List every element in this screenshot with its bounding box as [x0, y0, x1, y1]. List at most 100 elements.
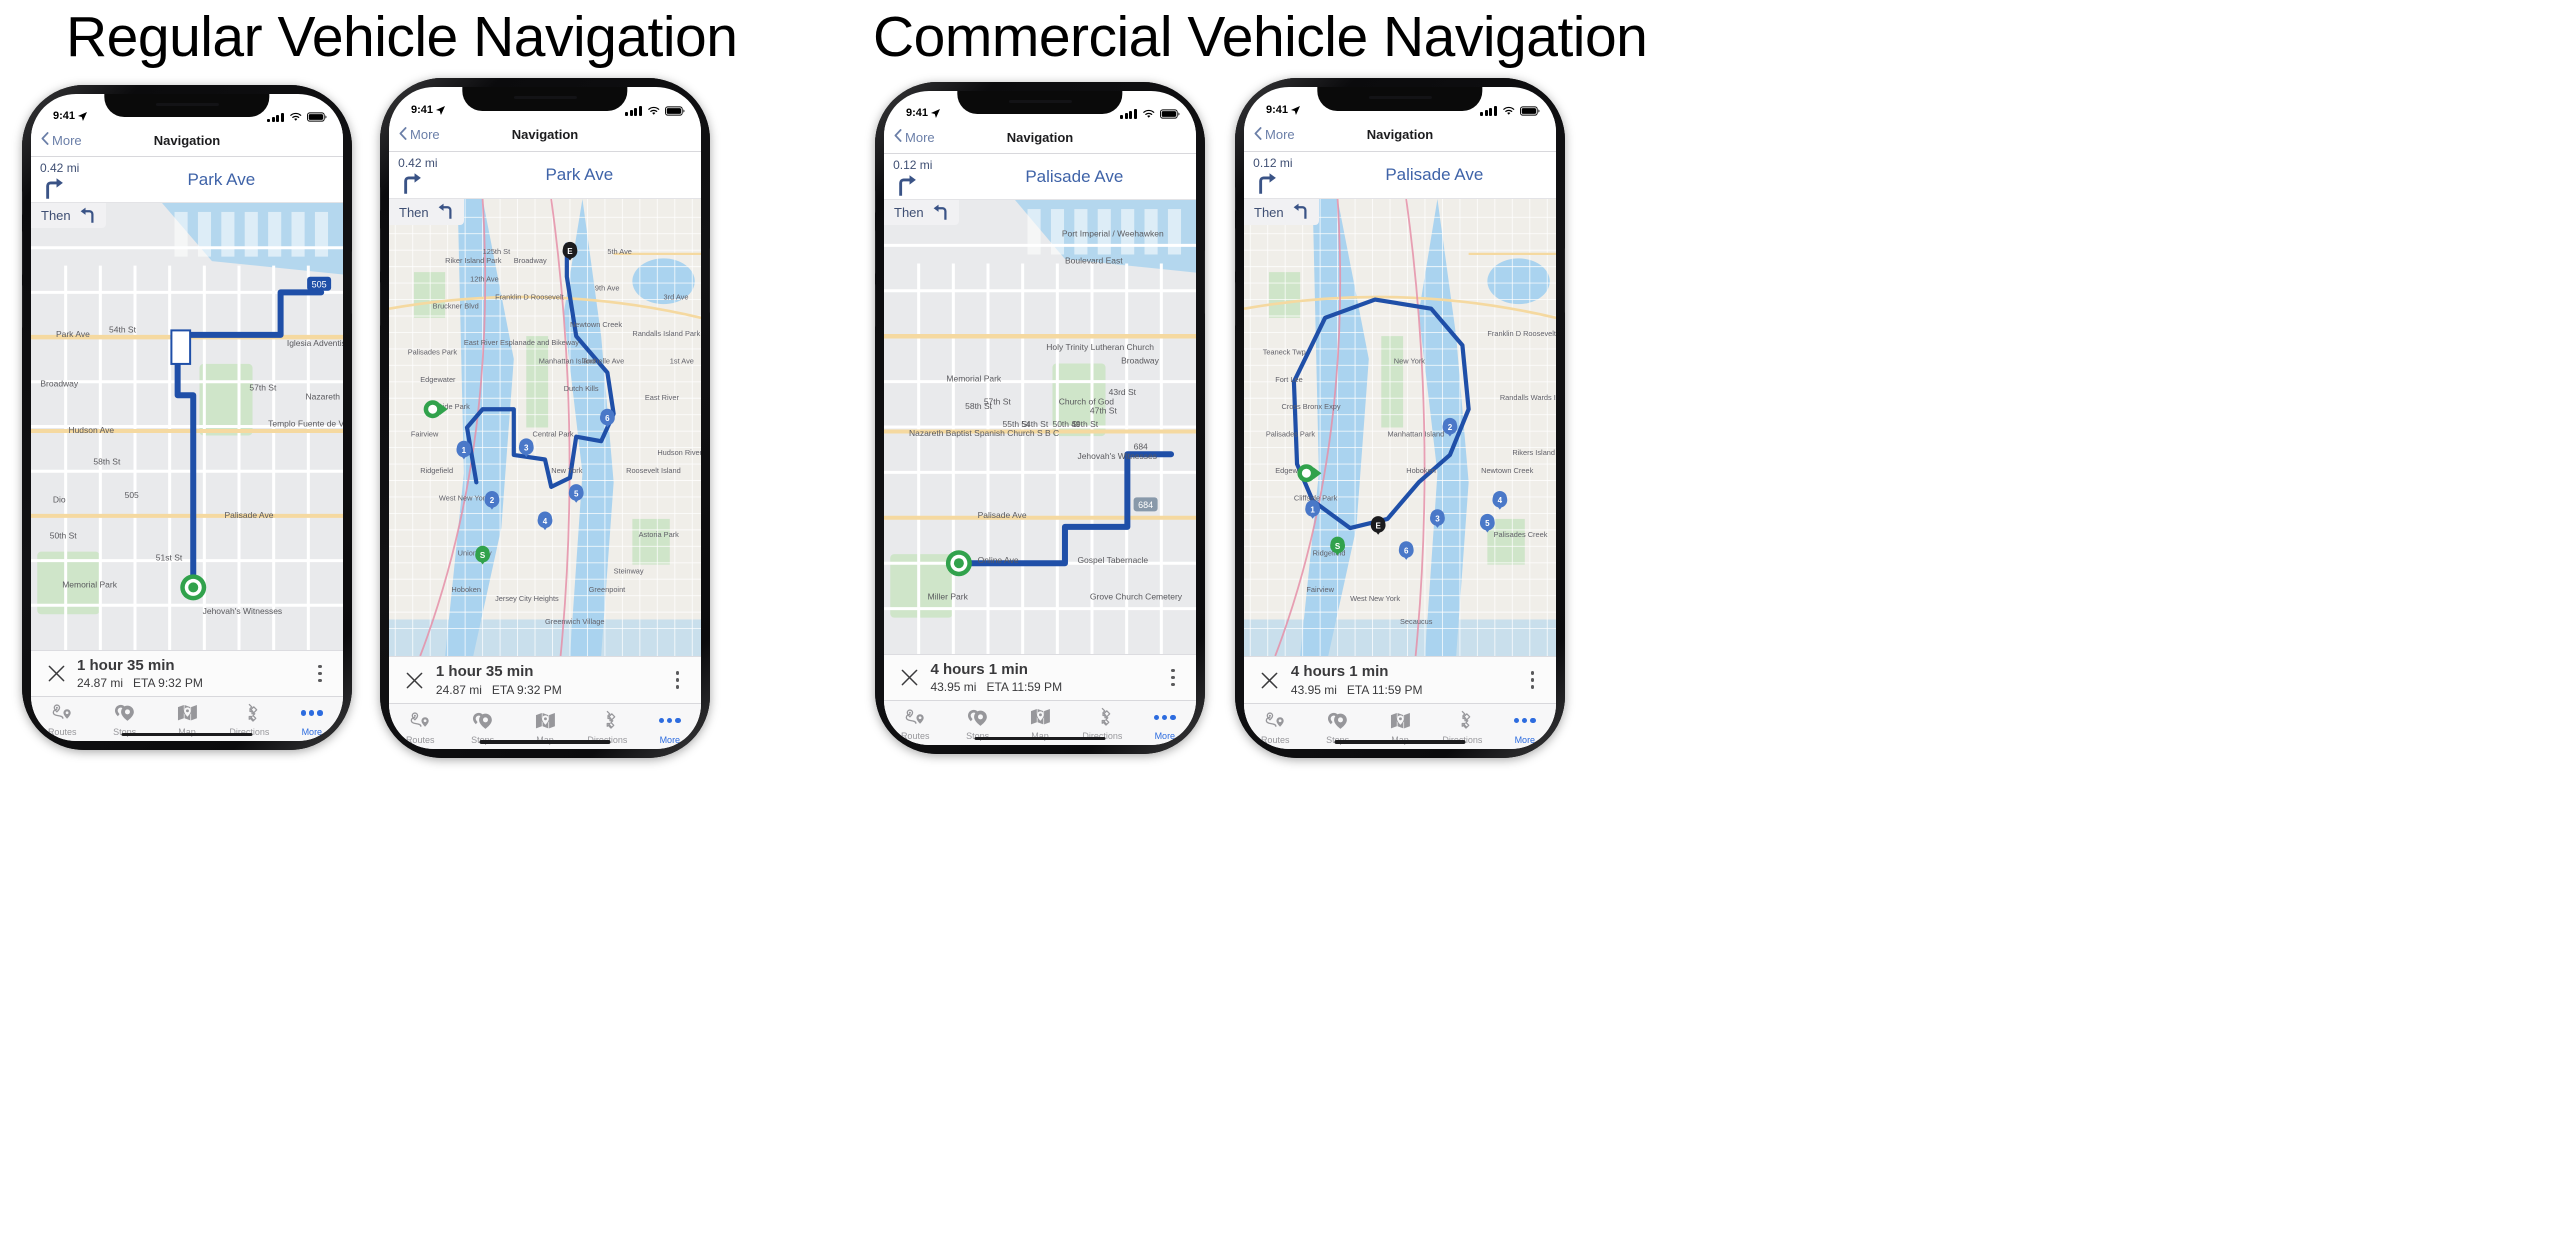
- svg-text:Tonnelle Ave: Tonnelle Ave: [582, 357, 624, 366]
- svg-text:Cross Bronx Expy: Cross Bronx Expy: [1281, 402, 1340, 411]
- map-canvas[interactable]: 684 Palisade Ave Broadway Boulevard East Por…: [884, 200, 1196, 654]
- overflow-menu-icon[interactable]: [664, 665, 691, 696]
- tab-routes[interactable]: Routes: [1244, 709, 1306, 749]
- wifi-icon: [1142, 109, 1156, 119]
- then-instruction-banner: Then: [884, 200, 959, 225]
- turn-left-icon: [932, 203, 949, 223]
- map-icon: [535, 709, 556, 731]
- svg-text:Riker Island Park: Riker Island Park: [445, 256, 502, 265]
- svg-text:Dutch Kills: Dutch Kills: [564, 384, 599, 393]
- back-button-more[interactable]: More: [399, 126, 440, 143]
- svg-text:Grove Church Cemetery: Grove Church Cemetery: [1090, 592, 1183, 602]
- phone-volume-down-button: [380, 282, 381, 327]
- svg-text:Templo Fuente de Vida: Templo Fuente de Vida: [268, 419, 343, 429]
- tab-more[interactable]: More: [1134, 706, 1196, 745]
- phone-volume-up-button: [380, 227, 381, 272]
- more-dots-icon: [658, 709, 681, 731]
- close-x-icon[interactable]: [894, 662, 924, 692]
- eta-arrival-time: ETA 11:59 PM: [1346, 682, 1423, 697]
- tab-more[interactable]: More: [1494, 709, 1556, 749]
- close-x-icon[interactable]: [399, 665, 430, 696]
- tab-routes[interactable]: Routes: [389, 709, 451, 749]
- turn-left-icon: [1292, 202, 1309, 222]
- svg-text:49th St: 49th St: [1071, 419, 1099, 429]
- location-arrow-icon: [1291, 105, 1301, 115]
- map-icon: [177, 702, 198, 724]
- more-dots-icon: [1513, 709, 1536, 731]
- phone-volume-up-button: [875, 229, 876, 274]
- eta-distance: 43.95 mi: [1290, 682, 1337, 697]
- turn-right-icon: [43, 177, 65, 204]
- home-indicator: [1334, 740, 1466, 744]
- svg-text:47th St: 47th St: [1090, 405, 1118, 415]
- stops-icon: [114, 702, 135, 724]
- back-button-more[interactable]: More: [1254, 126, 1295, 143]
- tab-label: Routes: [1260, 734, 1290, 745]
- phone-mockup-commercial-overview: 9:41 More Navigation 0.12 mi Palisade Ave The…: [1235, 78, 1565, 758]
- tab-more[interactable]: More: [639, 709, 701, 749]
- eta-duration: 4 hours 1 min: [930, 660, 1028, 678]
- home-indicator: [974, 736, 1106, 740]
- svg-text:6: 6: [605, 414, 610, 423]
- map-canvas[interactable]: 505 Park Ave Broadway Hudson Ave Palisade Av…: [31, 203, 343, 650]
- svg-text:Broadway: Broadway: [514, 256, 547, 265]
- svg-text:Miller Park: Miller Park: [928, 592, 969, 602]
- svg-text:1: 1: [1310, 505, 1315, 514]
- svg-text:Palisade Ave: Palisade Ave: [978, 510, 1027, 520]
- overflow-menu-icon[interactable]: [1519, 665, 1546, 696]
- eta-panel: 4 hours 1 min 43.95 mi ETA 11:59 PM: [884, 654, 1196, 700]
- stops-icon: [967, 706, 988, 728]
- tab-more[interactable]: More: [281, 702, 343, 741]
- wifi-icon: [647, 106, 661, 116]
- close-x-icon[interactable]: [41, 659, 71, 689]
- svg-text:Palisades Creek: Palisades Creek: [1494, 530, 1548, 539]
- status-time: 9:41: [1266, 104, 1289, 116]
- svg-text:Online Ave: Online Ave: [978, 555, 1019, 565]
- then-label: Then: [894, 205, 924, 220]
- svg-text:3: 3: [1435, 515, 1440, 524]
- svg-text:Newtown Creek: Newtown Creek: [1481, 466, 1533, 475]
- instruction-street-name: Park Ave: [187, 170, 256, 189]
- phone-screen: 9:41 More Navigation 0.12 mi Palisade Ave The…: [1244, 87, 1556, 749]
- tab-routes[interactable]: Routes: [884, 706, 946, 745]
- tab-label: More: [1514, 734, 1536, 745]
- turn-instruction-banner: 0.12 mi Palisade Ave: [1244, 152, 1556, 199]
- svg-text:5: 5: [574, 489, 579, 498]
- phone-screen: 9:41 More Navigation 0.12 mi Palisade Ave The…: [884, 91, 1196, 745]
- home-indicator: [479, 740, 611, 744]
- status-time: 9:41: [411, 104, 434, 116]
- chevron-left-icon: [41, 132, 49, 148]
- svg-text:Palisade Ave: Palisade Ave: [224, 510, 273, 520]
- chevron-left-icon: [1254, 126, 1262, 143]
- overflow-menu-icon[interactable]: [1160, 662, 1186, 692]
- map-canvas[interactable]: Teaneck Twp Fort Lee Cross Bronx Expy Palis…: [1244, 199, 1556, 656]
- phone-silent-switch: [1235, 186, 1236, 211]
- close-x-icon[interactable]: [1254, 665, 1285, 696]
- screenshot-root: Regular Vehicle Navigation Commercial Ve…: [0, 0, 2560, 1259]
- navigation-bar: More Navigation: [389, 118, 701, 152]
- eta-duration: 1 hour 35 min: [77, 657, 175, 674]
- tab-routes[interactable]: Routes: [31, 702, 93, 741]
- overflow-menu-icon[interactable]: [307, 659, 333, 689]
- turn-instruction-banner: 0.12 mi Palisade Ave: [884, 154, 1196, 200]
- battery-full-icon: [1520, 106, 1540, 116]
- battery-full-icon: [1160, 109, 1180, 119]
- svg-text:Roosevelt Island: Roosevelt Island: [626, 466, 681, 475]
- phone-notch: [957, 91, 1123, 115]
- svg-text:1st Ave: 1st Ave: [670, 357, 694, 366]
- eta-duration: 1 hour 35 min: [435, 663, 534, 681]
- cellular-signal-icon: [1480, 106, 1497, 116]
- eta-panel: 1 hour 35 min 24.87 mi ETA 9:32 PM: [389, 656, 701, 703]
- back-button-more[interactable]: More: [894, 129, 935, 145]
- routes-icon: [52, 702, 72, 724]
- routes-icon: [1265, 709, 1285, 731]
- svg-text:Park Ave: Park Ave: [56, 329, 90, 339]
- back-button-more[interactable]: More: [41, 132, 82, 148]
- back-button-label: More: [52, 132, 82, 148]
- heading-commercial-vehicle-navigation: Commercial Vehicle Navigation: [873, 5, 1648, 69]
- directions-icon: [597, 709, 617, 731]
- phone-power-button: [709, 248, 710, 313]
- svg-text:684: 684: [1138, 500, 1153, 510]
- phone-volume-down-button: [1235, 282, 1236, 327]
- map-canvas[interactable]: Palisades Park Edgewater Cliffside Park Fai…: [389, 199, 701, 656]
